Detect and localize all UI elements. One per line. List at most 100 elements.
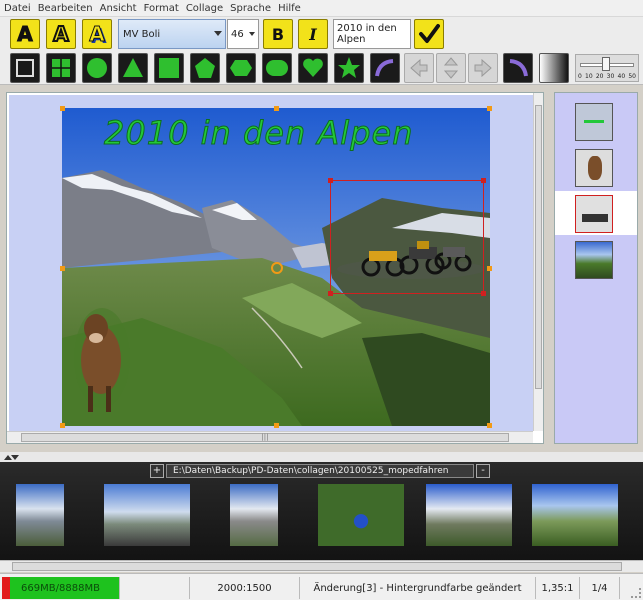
text-shadow-icon: A (89, 22, 106, 47)
curve-arrow-icon (375, 59, 394, 77)
canvas-horizontal-scrollbar[interactable]: ||| (7, 431, 533, 443)
chevron-down-icon (249, 32, 255, 36)
move-left-button[interactable] (404, 53, 434, 83)
filmstrip-image[interactable] (426, 484, 512, 546)
motorcycles-image (337, 241, 485, 279)
layer-thumb-cow[interactable] (575, 149, 613, 187)
font-size-select[interactable]: 46 (227, 19, 259, 49)
text-layer-icon (584, 120, 604, 123)
filmstrip-image[interactable] (16, 484, 64, 546)
resize-grip-icon[interactable] (631, 588, 641, 598)
star-icon (338, 57, 360, 78)
pentagon-icon (195, 58, 215, 78)
layer-thumb-motorcycles[interactable] (575, 195, 613, 233)
menu-bearbeiten[interactable]: Bearbeiten (38, 3, 93, 14)
caption-text-input[interactable]: 2010 in den Alpen (333, 19, 411, 49)
selection-handle[interactable] (274, 423, 279, 428)
filmstrip-image[interactable] (230, 484, 278, 546)
selection-handle[interactable] (274, 106, 279, 111)
shape-rounded-button[interactable] (262, 53, 292, 83)
scroll-thumb[interactable]: ||| (21, 433, 509, 442)
menu-collage[interactable]: Collage (186, 3, 223, 14)
text-outline-button[interactable]: A (46, 19, 76, 49)
slider-tick: 10 (585, 73, 593, 80)
text-outline-icon: A (52, 21, 70, 47)
slider-tick: 40 (617, 73, 626, 80)
slider-tick: 30 (606, 73, 615, 80)
selection-handle[interactable] (328, 178, 333, 183)
status-empty (120, 577, 190, 599)
selection-handle[interactable] (60, 266, 65, 271)
font-family-select[interactable]: MV Boli (118, 19, 226, 49)
filmstrip-scrollbar[interactable] (0, 560, 643, 572)
menu-datei[interactable]: Datei (4, 3, 31, 14)
folder-path[interactable]: E:\Daten\Backup\PD-Daten\collagen\201005… (166, 464, 474, 478)
selection-handle[interactable] (481, 291, 486, 296)
filmstrip-image[interactable] (104, 484, 190, 546)
gradient-button[interactable] (539, 53, 569, 83)
selection-handle[interactable] (487, 423, 492, 428)
shape-star-button[interactable] (334, 53, 364, 83)
arrow-right-icon (474, 58, 492, 78)
collage-photo-cow[interactable] (66, 298, 136, 416)
scroll-thumb[interactable] (12, 562, 622, 571)
selection-handle[interactable] (487, 106, 492, 111)
selection-handle[interactable] (328, 291, 333, 296)
slider-thumb[interactable] (601, 57, 610, 71)
rotation-center-icon[interactable] (271, 262, 283, 274)
status-bar: 669MB/8888MB 2000:1500 Änderung[3] - Hin… (0, 573, 643, 600)
filmstrip-image[interactable] (318, 484, 404, 546)
shape-circle-button[interactable] (82, 53, 112, 83)
selection-handle[interactable] (487, 266, 492, 271)
triangle-icon (123, 58, 143, 77)
remove-folder-button[interactable]: - (476, 464, 490, 478)
shape-rectangle-outline-button[interactable] (10, 53, 40, 83)
italic-icon: I (309, 24, 317, 44)
status-message: Änderung[3] - Hintergrundfarbe geändert (300, 577, 536, 599)
font-family-value: MV Boli (123, 28, 161, 40)
text-shadow-button[interactable]: A (82, 19, 112, 49)
scroll-thumb[interactable] (535, 105, 542, 389)
caption-text-value: 2010 in den Alpen (337, 23, 397, 45)
page-indicator: 1/4 (580, 577, 620, 599)
shape-square-button[interactable] (154, 53, 184, 83)
text-toolbar: A A A MV Boli 46 B I 2010 in den Alpen (0, 17, 643, 51)
shape-pentagon-button[interactable] (190, 53, 220, 83)
rotate-right-button[interactable] (503, 53, 533, 83)
menu-ansicht[interactable]: Ansicht (100, 3, 137, 14)
shape-triangle-button[interactable] (118, 53, 148, 83)
selection-handle[interactable] (481, 178, 486, 183)
move-right-button[interactable] (468, 53, 498, 83)
shape-hexagon-button[interactable] (226, 53, 256, 83)
menu-sprache[interactable]: Sprache (230, 3, 271, 14)
motorcycle-thumb-icon (582, 214, 608, 222)
checkmark-icon (419, 24, 440, 43)
opacity-slider[interactable]: 0 10 20 30 40 50 (575, 54, 639, 82)
menu-format[interactable]: Format (144, 3, 179, 14)
move-vertical-button[interactable] (436, 53, 466, 83)
filmstrip-image[interactable] (532, 484, 618, 546)
shape-toolbar: 0 10 20 30 40 50 (0, 51, 643, 85)
canvas-vertical-scrollbar[interactable] (533, 93, 543, 431)
filmstrip-toggle[interactable] (0, 452, 643, 462)
text-fill-button[interactable]: A (10, 19, 40, 49)
selection-handle[interactable] (60, 106, 65, 111)
italic-button[interactable]: I (298, 19, 328, 49)
collage-title-text[interactable]: 2010 in den Alpen (103, 114, 413, 153)
slider-tick: 20 (595, 73, 604, 80)
shape-grid-button[interactable] (46, 53, 76, 83)
layer-thumb-alps[interactable] (575, 241, 613, 279)
apply-text-button[interactable] (414, 19, 444, 49)
add-folder-button[interactable]: + (150, 464, 164, 478)
font-size-value: 46 (231, 28, 244, 40)
selection-handle[interactable] (60, 423, 65, 428)
rotate-left-button[interactable] (370, 53, 400, 83)
layer-thumb-title[interactable] (575, 103, 613, 141)
menu-bar: Datei Bearbeiten Ansicht Format Collage … (0, 0, 643, 17)
memory-usage: 669MB/8888MB (21, 582, 100, 594)
bold-button[interactable]: B (263, 19, 293, 49)
shape-heart-button[interactable] (298, 53, 328, 83)
collage-photo-motorcycles[interactable] (328, 178, 486, 296)
circle-icon (87, 58, 107, 78)
menu-hilfe[interactable]: Hilfe (278, 3, 301, 14)
